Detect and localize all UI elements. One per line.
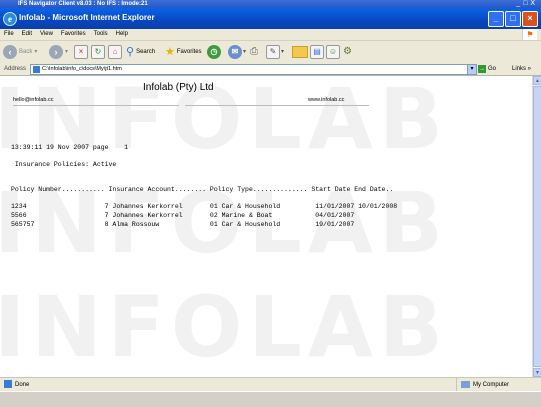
edit-button[interactable]: ✎ ▾ bbox=[266, 44, 284, 60]
forward-button[interactable]: › ▾ bbox=[49, 44, 68, 60]
star-icon: ★ bbox=[165, 46, 175, 58]
back-label: Back bbox=[19, 49, 33, 55]
zone-text: My Computer bbox=[473, 382, 510, 388]
go-arrow-icon: → bbox=[478, 65, 486, 73]
messenger-button[interactable]: ☺ bbox=[326, 44, 340, 60]
chevron-down-icon: ▾ bbox=[281, 49, 285, 55]
chevron-down-icon: ▾ bbox=[243, 49, 247, 55]
watermark-line: INFOLAB bbox=[0, 76, 449, 168]
history-icon: ◷ bbox=[207, 45, 221, 59]
report-row: 5566 7 Johannes Kerkorrel 02 Marine & Bo… bbox=[11, 212, 355, 219]
vertical-scrollbar[interactable]: ▲ ▼ bbox=[532, 76, 541, 377]
chevron-down-icon: ▾ bbox=[65, 49, 69, 55]
scroll-up-button[interactable]: ▲ bbox=[533, 76, 541, 85]
favorites-label: Favorites bbox=[176, 49, 202, 55]
research-icon: ▤ bbox=[310, 45, 324, 59]
company-name: Infolab (Pty) Ltd bbox=[143, 82, 214, 93]
tools-button[interactable]: ⚙ bbox=[343, 44, 352, 60]
refresh-button[interactable]: ↻ bbox=[91, 44, 105, 60]
address-input[interactable]: C:\Infolab\info_c\docs\My\jt1.htm bbox=[30, 64, 468, 75]
outer-window-title: IFS Navigator Client v8.03 : No IFS : Im… bbox=[18, 1, 148, 7]
stop-icon: × bbox=[74, 45, 88, 59]
back-arrow-icon: ‹ bbox=[3, 45, 17, 59]
edit-icon: ✎ bbox=[266, 45, 280, 59]
links-label: Links bbox=[512, 66, 527, 72]
report-row: 565757 8 Alma Rossouw 01 Car & Household… bbox=[11, 221, 355, 228]
go-button[interactable]: → Go bbox=[478, 63, 496, 75]
outer-title-bar: IFS Navigator Client v8.03 : No IFS : Im… bbox=[0, 0, 541, 8]
home-button[interactable]: ⌂ bbox=[108, 44, 122, 60]
menu-favorites[interactable]: Favorites bbox=[57, 29, 90, 40]
history-button[interactable]: ◷ bbox=[207, 44, 221, 60]
menu-file[interactable]: File bbox=[0, 29, 18, 40]
watermark-line: INFOLAB bbox=[0, 278, 449, 376]
header-divider bbox=[13, 105, 179, 106]
outer-window-controls[interactable]: _□X bbox=[516, 0, 538, 8]
window-controls: _ □ × bbox=[488, 11, 538, 27]
browser-window-title: Infolab - Microsoft Internet Explorer bbox=[19, 13, 155, 22]
stop-button[interactable]: × bbox=[74, 44, 88, 60]
ie-logo-icon: e bbox=[3, 12, 17, 26]
status-zone: My Computer bbox=[456, 378, 509, 392]
status-text: Done bbox=[15, 382, 30, 388]
address-value: C:\Infolab\info_c\docs\My\jt1.htm bbox=[42, 66, 122, 72]
report-row: 1234 7 Johannes Kerkorrel 01 Car & House… bbox=[11, 203, 398, 210]
menu-view[interactable]: View bbox=[36, 29, 57, 40]
close-button[interactable]: × bbox=[522, 11, 538, 27]
address-dropdown-button[interactable]: ▾ bbox=[467, 64, 477, 75]
browser-title-bar: e Infolab - Microsoft Internet Explorer … bbox=[0, 8, 541, 29]
page-icon bbox=[4, 380, 12, 389]
maximize-button[interactable]: □ bbox=[505, 11, 521, 27]
menu-tools[interactable]: Tools bbox=[90, 29, 112, 40]
messenger-icon: ☺ bbox=[326, 45, 340, 59]
status-bar: Done My Computer bbox=[0, 377, 541, 392]
scroll-down-button[interactable]: ▼ bbox=[533, 368, 541, 377]
company-website: www.infolab.cc bbox=[308, 97, 345, 103]
report-timestamp: 13:39:11 19 Nov 2007 page 1 bbox=[11, 144, 129, 151]
menu-edit[interactable]: Edit bbox=[18, 29, 36, 40]
research-button[interactable]: ▤ bbox=[310, 44, 324, 60]
search-icon: ⚲ bbox=[126, 46, 135, 58]
go-label: Go bbox=[488, 66, 497, 72]
page-icon bbox=[33, 66, 40, 73]
report-column-headers: Policy Number........... Insurance Accou… bbox=[11, 186, 394, 193]
search-button[interactable]: ⚲ Search bbox=[126, 44, 155, 60]
window-bottom-edge bbox=[0, 391, 541, 407]
mail-icon: ✉ bbox=[228, 45, 242, 59]
favorites-button[interactable]: ★ Favorites bbox=[165, 44, 202, 60]
status-done: Done bbox=[4, 378, 29, 392]
folder-button[interactable] bbox=[292, 44, 308, 60]
print-button[interactable]: ⎙ bbox=[250, 44, 258, 60]
minimize-button[interactable]: _ bbox=[488, 11, 504, 27]
address-bar: Address C:\Infolab\info_c\docs\My\jt1.ht… bbox=[0, 63, 541, 76]
home-icon: ⌂ bbox=[108, 45, 122, 59]
tools-icon: ⚙ bbox=[343, 46, 352, 57]
page-content: INFOLAB INFOLAB INFOLAB Infolab (Pty) Lt… bbox=[0, 76, 532, 377]
forward-arrow-icon: › bbox=[49, 45, 63, 59]
scroll-thumb[interactable] bbox=[533, 86, 541, 367]
search-label: Search bbox=[136, 49, 156, 55]
menu-help[interactable]: Help bbox=[112, 29, 132, 40]
back-button[interactable]: ‹ Back ▾ bbox=[3, 44, 37, 60]
links-button[interactable]: Links » bbox=[512, 63, 531, 75]
standard-toolbar: ‹ Back ▾ › ▾ × ↻ ⌂ ⚲ Search ★ Favorites … bbox=[0, 41, 541, 64]
company-email: hello@infolab.cc bbox=[13, 97, 54, 103]
address-label: Address bbox=[4, 66, 27, 72]
refresh-icon: ↻ bbox=[91, 45, 105, 59]
mail-button[interactable]: ✉ ▾ bbox=[228, 44, 246, 60]
windows-logo-icon: ⚑ bbox=[522, 29, 537, 40]
folder-icon bbox=[292, 46, 308, 58]
menu-bar: File Edit View Favorites Tools Help ⚑ bbox=[0, 29, 541, 41]
computer-icon bbox=[461, 380, 470, 388]
header-divider bbox=[185, 105, 369, 106]
print-icon: ⎙ bbox=[250, 46, 258, 57]
report-subtitle: Insurance Policies: Active bbox=[11, 161, 117, 168]
chevron-down-icon: ▾ bbox=[34, 49, 38, 55]
